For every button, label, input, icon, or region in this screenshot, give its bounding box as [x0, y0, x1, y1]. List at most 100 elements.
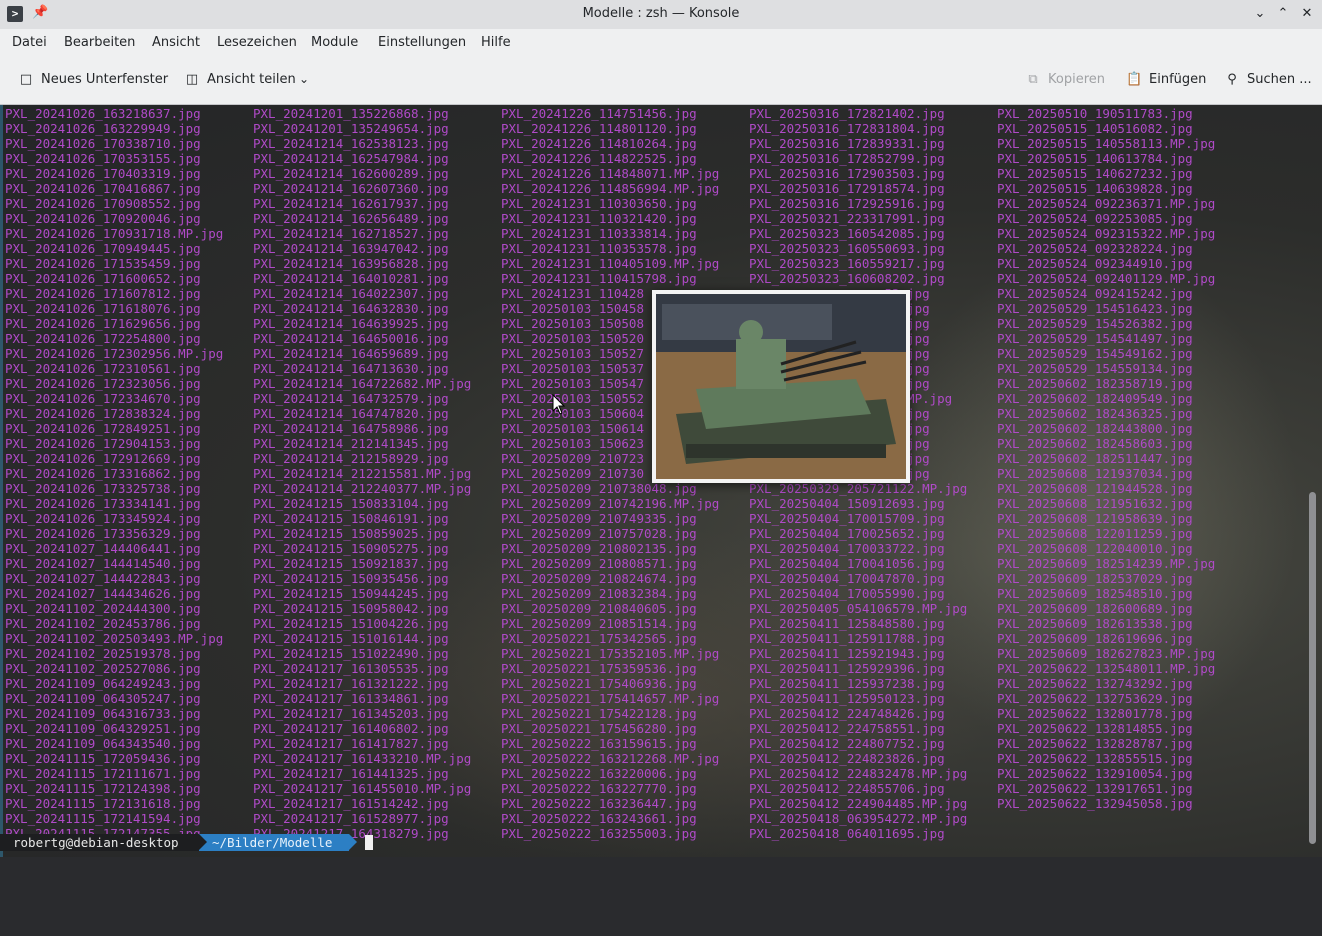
menu-module[interactable]: Module: [311, 35, 358, 50]
file-entry: PXL_20241214_164639925.jpg: [253, 316, 449, 331]
menu-lesezeichen[interactable]: Lesezeichen: [217, 35, 297, 50]
file-entry: PXL_20250412_224758551.jpg: [749, 721, 945, 736]
split-view-button[interactable]: ◫ Ansicht teilen: [184, 72, 296, 87]
file-entry: PXL_20241226_114822525.jpg: [501, 151, 697, 166]
menu-datei[interactable]: Datei: [12, 35, 47, 50]
file-entry: PXL_20241214_164022307.jpg: [253, 286, 449, 301]
file-entry: PXL_20250418_064011695.jpg: [749, 826, 945, 841]
file-entry: PXL_20250209_210749335.jpg: [501, 511, 697, 526]
file-entry: PXL_20241226_114751456.jpg: [501, 106, 697, 121]
file-entry: PXL_20250622_132855515.jpg: [997, 751, 1193, 766]
menu-hilfe[interactable]: Hilfe: [481, 35, 511, 50]
file-entry: PXL_20250221_175414657.MP.jpg: [501, 691, 720, 706]
file-entry: PXL_20241217_161514242.jpg: [253, 796, 449, 811]
file-entry: PXL_20250524_092315322.MP.jpg: [997, 226, 1216, 241]
prompt-separator: [199, 834, 207, 850]
file-entry: PXL_20241214_162718527.jpg: [253, 226, 449, 241]
file-entry: PXL_20241109_064316733.jpg: [5, 706, 201, 721]
file-column-1: PXL_20241026_163218637.jpg PXL_20241026_1…: [5, 106, 223, 841]
file-entry: PXL_20250609_182613538.jpg: [997, 616, 1193, 631]
file-entry: PXL_20241102_202519378.jpg: [5, 646, 201, 661]
file-entry: PXL_20241217_161345203.jpg: [253, 706, 449, 721]
file-entry: PXL_20250316_172831804.jpg: [749, 121, 945, 136]
file-entry: PXL_20250622_132801778.jpg: [997, 706, 1193, 721]
file-entry: PXL_20250608_121944528.jpg: [997, 481, 1193, 496]
file-entry: PXL_20241026_163229949.jpg: [5, 121, 201, 136]
file-entry: PXL_20250221_175456280.jpg: [501, 721, 697, 736]
file-entry: PXL_20241214_162547984.jpg: [253, 151, 449, 166]
file-entry: PXL_20241215_150846191.jpg: [253, 511, 449, 526]
file-entry: PXL_20241214_162600289.jpg: [253, 166, 449, 181]
scrollbar[interactable]: [1309, 492, 1316, 844]
new-tab-button[interactable]: □ Neues Unterfenster: [18, 72, 168, 87]
file-entry: PXL_20241026_171600652.jpg: [5, 271, 201, 286]
file-entry: PXL_20250323_160608202.jpg: [749, 271, 945, 286]
prompt-path: ~/Bilder/Modelle: [199, 834, 349, 851]
file-entry: PXL_20250524_092415242.jpg: [997, 286, 1193, 301]
file-column-2: PXL_20241201_135226868.jpg PXL_20241201_1…: [253, 106, 471, 841]
file-entry: PXL_20241215_151004226.jpg: [253, 616, 449, 631]
file-entry: PXL_20241115_172124398.jpg: [5, 781, 201, 796]
file-entry: PXL_20241026_170908552.jpg: [5, 196, 201, 211]
mouse-cursor-icon: [552, 394, 566, 415]
file-entry: PXL_20241026_170416867.jpg: [5, 181, 201, 196]
toolbar: □ Neues Unterfenster ◫ Ansicht teilen ⌄ ⧉ K…: [0, 58, 1322, 105]
paste-button[interactable]: 📋 Einfügen: [1126, 72, 1206, 87]
file-entry: PXL_20241027_144406441.jpg: [5, 541, 201, 556]
file-entry: PXL_20241026_170931718.MP.jpg: [5, 226, 224, 241]
file-entry: PXL_20241109_064343540.jpg: [5, 736, 201, 751]
file-entry: PXL_20250609_182514239.MP.jpg: [997, 556, 1216, 571]
file-entry: PXL_20250209_210824674.jpg: [501, 571, 697, 586]
file-entry: PXL_20241026_172334670.jpg: [5, 391, 201, 406]
chevron-down-icon[interactable]: ⌄: [299, 72, 309, 86]
file-entry: PXL_20241026_170403319.jpg: [5, 166, 201, 181]
file-entry: PXL_20250602_182409549.jpg: [997, 391, 1193, 406]
file-entry: PXL_20250412_224807752.jpg: [749, 736, 945, 751]
file-entry: PXL_20241026_171535459.jpg: [5, 256, 201, 271]
file-entry: PXL_20241214_164722682.MP.jpg: [253, 376, 472, 391]
file-entry: PXL_20250622_132753629.jpg: [997, 691, 1193, 706]
file-entry: PXL_20241115_172141594.jpg: [5, 811, 201, 826]
file-entry: PXL_20241215_151016144.jpg: [253, 631, 449, 646]
paste-icon: 📋: [1126, 72, 1143, 87]
file-entry: PXL_20250622_132828787.jpg: [997, 736, 1193, 751]
file-entry: PXL_20241026_172849251.jpg: [5, 421, 201, 436]
copy-button[interactable]: ⧉ Kopieren: [1025, 72, 1105, 87]
file-entry: PXL_20250524_092236371.MP.jpg: [997, 196, 1216, 211]
file-entry: PXL_20250412_224823826.jpg: [749, 751, 945, 766]
maximize-icon[interactable]: ⌃: [1273, 4, 1293, 24]
file-entry: PXL_20241214_164010281.jpg: [253, 271, 449, 286]
file-entry: PXL_20250622_132910054.jpg: [997, 766, 1193, 781]
file-entry: PXL_20250515_140558113.MP.jpg: [997, 136, 1216, 151]
file-entry: PXL_20241026_170920046.jpg: [5, 211, 201, 226]
close-icon[interactable]: ✕: [1297, 4, 1317, 24]
split-view-label: Ansicht teilen: [207, 72, 296, 87]
file-entry: PXL_20241217_161305535.jpg: [253, 661, 449, 676]
file-entry: PXL_20250602_182436325.jpg: [997, 406, 1193, 421]
menu-einstellungen[interactable]: Einstellungen: [378, 35, 466, 50]
file-entry: PXL_20241214_164659689.jpg: [253, 346, 449, 361]
file-entry: PXL_20250529_154559134.jpg: [997, 361, 1193, 376]
menu-bearbeiten[interactable]: Bearbeiten: [64, 35, 135, 50]
search-button[interactable]: ⚲ Suchen ...: [1224, 72, 1311, 87]
file-entry: PXL_20241026_172912669.jpg: [5, 451, 201, 466]
file-entry: PXL_20250602_182443800.jpg: [997, 421, 1193, 436]
file-entry: PXL_20241214_212215581.MP.jpg: [253, 466, 472, 481]
file-entry: PXL_20250222_163227770.jpg: [501, 781, 697, 796]
minimize-icon[interactable]: ⌄: [1250, 4, 1270, 24]
menu-bar: Datei Bearbeiten Ansicht Lesezeichen Mod…: [0, 29, 1322, 58]
file-entry: PXL_20241026_173345924.jpg: [5, 511, 201, 526]
file-entry: PXL_20241214_162607360.jpg: [253, 181, 449, 196]
file-entry: PXL_20250529_154541497.jpg: [997, 331, 1193, 346]
file-entry: PXL_20241217_161321222.jpg: [253, 676, 449, 691]
file-entry: PXL_20241026_173325738.jpg: [5, 481, 201, 496]
file-entry: PXL_20241215_150921837.jpg: [253, 556, 449, 571]
file-entry: PXL_20250316_172839331.jpg: [749, 136, 945, 151]
prompt-separator-end: [349, 834, 357, 850]
image-preview-popup: [652, 290, 910, 483]
file-entry: PXL_20250323_160542085.jpg: [749, 226, 945, 241]
menu-ansicht[interactable]: Ansicht: [152, 35, 200, 50]
file-entry: PXL_20250316_172852799.jpg: [749, 151, 945, 166]
file-entry: PXL_20241214_164732579.jpg: [253, 391, 449, 406]
file-entry: PXL_20250209_210802135.jpg: [501, 541, 697, 556]
